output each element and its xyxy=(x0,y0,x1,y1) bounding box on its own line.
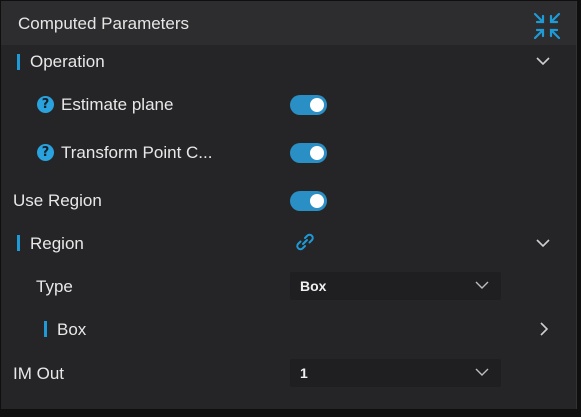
use-region-label: Use Region xyxy=(13,191,102,210)
section-accent-bar xyxy=(44,321,47,337)
chevron-right-icon[interactable] xyxy=(536,321,552,337)
collapse-arrows-icon[interactable] xyxy=(532,11,562,41)
help-icon[interactable]: ? xyxy=(37,144,54,161)
region-label: Region xyxy=(30,234,84,253)
im-out-row: IM Out 1 xyxy=(1,357,576,389)
type-select-value: Box xyxy=(300,278,327,294)
transform-point-row: ? Transform Point C... xyxy=(1,135,576,169)
panel-header: Computed Parameters xyxy=(1,1,576,45)
chevron-down-icon xyxy=(475,365,489,379)
operation-section-header[interactable]: Operation xyxy=(1,45,576,79)
box-label: Box xyxy=(57,320,87,339)
use-region-toggle[interactable] xyxy=(290,191,327,211)
toggle-knob xyxy=(310,146,324,160)
estimate-plane-row: ? Estimate plane xyxy=(1,87,576,121)
operation-label: Operation xyxy=(30,52,105,71)
type-select[interactable]: Box xyxy=(290,272,501,300)
help-icon[interactable]: ? xyxy=(37,96,54,113)
region-section-header[interactable]: Region xyxy=(1,226,576,260)
computed-parameters-panel: Computed Parameters Operation ? Estimate… xyxy=(1,1,577,409)
im-out-select[interactable]: 1 xyxy=(290,359,501,387)
type-label: Type xyxy=(36,277,73,296)
box-section-header[interactable]: Box xyxy=(1,313,576,345)
toggle-knob xyxy=(310,194,324,208)
im-out-label: IM Out xyxy=(13,364,65,383)
panel-title: Computed Parameters xyxy=(18,14,190,33)
transform-point-label: Transform Point C... xyxy=(61,143,213,162)
estimate-plane-toggle[interactable] xyxy=(290,95,327,115)
im-out-select-value: 1 xyxy=(300,365,308,381)
transform-point-toggle[interactable] xyxy=(290,143,327,163)
toggle-knob xyxy=(310,98,324,112)
estimate-plane-label: Estimate plane xyxy=(61,95,174,114)
chevron-down-icon[interactable] xyxy=(535,53,551,69)
section-accent-bar xyxy=(17,235,20,251)
type-row: Type Box xyxy=(1,271,576,303)
link-icon[interactable] xyxy=(294,231,316,253)
chevron-down-icon[interactable] xyxy=(535,235,551,251)
use-region-row: Use Region xyxy=(1,183,576,217)
chevron-down-icon xyxy=(475,278,489,292)
section-accent-bar xyxy=(17,54,20,70)
